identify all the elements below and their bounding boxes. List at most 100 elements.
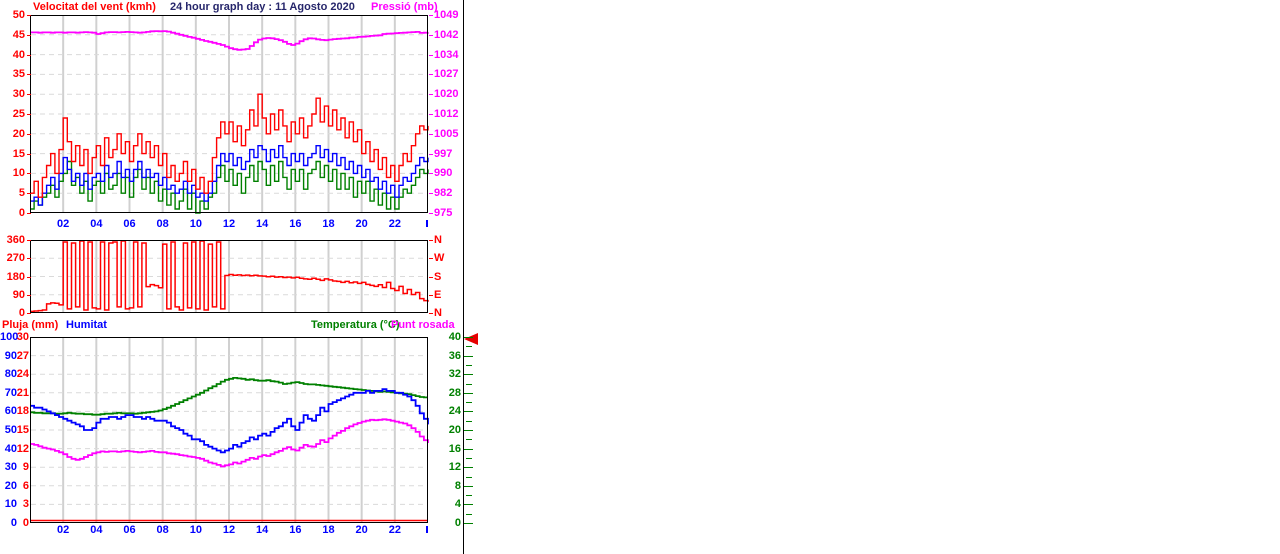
axis-tick-label: 10 [12,167,25,180]
axis-tick-label: 1012 [434,108,459,120]
axis-tick-label: 24 [448,405,461,418]
axis-tick-label: 08 [156,524,169,536]
axis-tick-label: 0 [18,307,25,319]
axis-tick-mark [464,392,473,394]
axis-tick-label: 18 [16,405,29,418]
axis-tick-label: 14 [256,218,269,230]
axis-tick-label: 1005 [434,127,459,140]
axis-tick-label: 14 [256,524,269,536]
axis-tick-label: 0 [22,517,29,529]
axis-tick-label: 40 [4,442,17,455]
axis-tick-mark [466,364,472,366]
axis-tick-label: 1049 [434,9,459,21]
axis-tick-label: 0 [454,517,461,529]
axis-tick-mark [27,114,31,115]
axis-tick-mark [429,34,433,36]
axis-tick-label: 28 [448,386,461,399]
axis-tick-label: 20 [355,524,368,536]
axis-tick-label: 997 [434,147,453,160]
wind-direction-chart [30,240,429,313]
axis-tick-mark [429,313,433,314]
axis-tick-mark [464,355,473,357]
axis-tick-label: 04 [90,524,103,536]
axis-tick-label: 12 [222,218,236,230]
axis-tick-mark [429,153,433,155]
axis-tick-mark [27,153,31,155]
humidity-header: Humitat [66,319,107,331]
axis-tick-mark [27,294,31,296]
axis-tick-mark [27,74,31,76]
axis-tick-label: 15 [12,147,25,160]
axis-tick-mark [464,411,473,413]
axis-tick-label: N [434,234,442,246]
axis-tick-mark [27,34,31,36]
axis-tick-label: 1020 [434,88,459,101]
axis-tick-mark [429,54,433,56]
axis-tick-label: 70 [4,386,17,399]
axis-tick-label: 90 [12,288,25,301]
axis-tick-label: 0 [18,207,25,219]
axis-tick-label: 32 [448,368,461,381]
axis-tick-label: 45 [12,28,25,41]
axis-tick-label: 22 [388,218,401,230]
axis-tick-mark [27,173,31,175]
axis-tick-mark [429,258,433,260]
axis-tick-mark [466,383,472,385]
axis-tick-label: 50 [4,424,17,436]
axis-tick-mark [429,276,433,278]
axis-tick-label: 1027 [434,68,459,81]
axis-tick-label: 5 [18,187,25,200]
wind-chart-title: Velocitat del vent (kmh) [33,1,156,13]
axis-tick-mark [464,485,473,487]
axis-tick-mark [27,313,31,314]
axis-tick-mark [464,374,473,376]
axis-tick-mark [27,133,31,135]
axis-tick-mark [27,258,31,260]
axis-tick-label: 40 [448,331,461,343]
axis-tick-label: 02 [57,524,70,536]
axis-tick-mark [27,193,31,195]
axis-tick-label: N [434,307,442,319]
axis-tick-label: 80 [4,368,17,381]
axis-tick-mark [429,213,433,214]
axis-tick-label: 30 [16,331,29,343]
axis-tick-mark [466,346,472,348]
axis-tick-mark [426,526,428,533]
axis-tick-label: 02 [57,218,70,230]
axis-tick-label: 10 [189,524,202,536]
axis-tick-label: 36 [448,349,461,362]
axis-tick-mark [429,193,433,195]
temperature-header: Temperatura (°C) [311,319,400,331]
axis-tick-label: 30 [12,88,25,101]
axis-tick-mark [466,402,472,404]
axis-tick-label: 20 [12,127,25,140]
axis-tick-label: 20 [4,479,17,492]
axis-tick-label: 27 [16,349,29,362]
axis-tick-label: 360 [6,234,25,246]
axis-tick-mark [464,430,473,431]
axis-tick-label: 21 [16,386,29,399]
axis-tick-label: 10 [4,498,17,511]
axis-tick-label: W [434,252,445,265]
axis-tick-mark [464,523,473,524]
axis-tick-mark [27,240,31,241]
axis-tick-mark [464,337,473,338]
temp-humidity-rain-chart [30,337,429,523]
axis-tick-label: 1042 [434,28,459,41]
axis-tick-mark [464,504,473,506]
axis-tick-label: S [434,270,442,283]
axis-tick-label: 10 [189,218,202,230]
axis-tick-label: 04 [90,218,103,230]
axis-tick-label: 990 [434,167,453,180]
axis-tick-label: 35 [12,68,25,81]
axis-tick-label: 06 [123,524,136,536]
axis-tick-label: 975 [434,207,453,219]
axis-tick-mark [429,94,433,96]
axis-tick-label: 180 [6,270,25,283]
axis-tick-label: 25 [12,108,25,120]
axis-tick-mark [429,74,433,76]
axis-tick-label: 12 [448,461,461,474]
rain-header: Pluja (mm) [2,319,59,331]
axis-tick-label: 4 [454,498,461,511]
axis-tick-label: 18 [322,218,335,230]
